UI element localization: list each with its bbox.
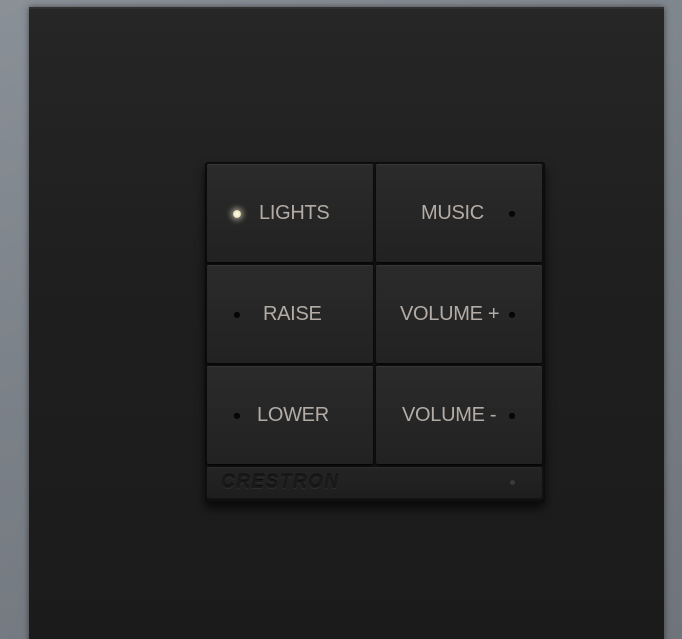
- keypad: LIGHTS MUSIC RAISE VOLUME + LOWER VOLUME…: [205, 162, 545, 502]
- lights-button-label: LIGHTS: [259, 201, 330, 224]
- volume-down-button[interactable]: VOLUME -: [376, 366, 542, 464]
- lights-led-indicator: [233, 210, 241, 218]
- lower-button-label: LOWER: [257, 403, 329, 426]
- volume-up-led-indicator: [509, 312, 515, 318]
- volume-up-button[interactable]: VOLUME +: [376, 265, 542, 363]
- lower-button[interactable]: LOWER: [207, 366, 373, 464]
- music-button[interactable]: MUSIC: [376, 164, 542, 262]
- volume-down-led-indicator: [509, 413, 515, 419]
- lower-led-indicator: [234, 413, 240, 419]
- volume-up-button-label: VOLUME +: [400, 302, 500, 325]
- raise-led-indicator: [234, 312, 240, 318]
- music-button-label: MUSIC: [421, 201, 484, 224]
- raise-button[interactable]: RAISE: [207, 265, 373, 363]
- brand-bar: CRESTRON: [207, 467, 542, 498]
- wall-plate: LIGHTS MUSIC RAISE VOLUME + LOWER VOLUME…: [29, 7, 664, 639]
- lights-button[interactable]: LIGHTS: [207, 164, 373, 262]
- volume-down-button-label: VOLUME -: [402, 403, 497, 426]
- brand-logo: CRESTRON: [221, 472, 340, 493]
- raise-button-label: RAISE: [263, 302, 322, 325]
- ir-receiver-dot: [510, 480, 515, 485]
- music-led-indicator: [509, 211, 515, 217]
- plate-edge: [29, 7, 664, 9]
